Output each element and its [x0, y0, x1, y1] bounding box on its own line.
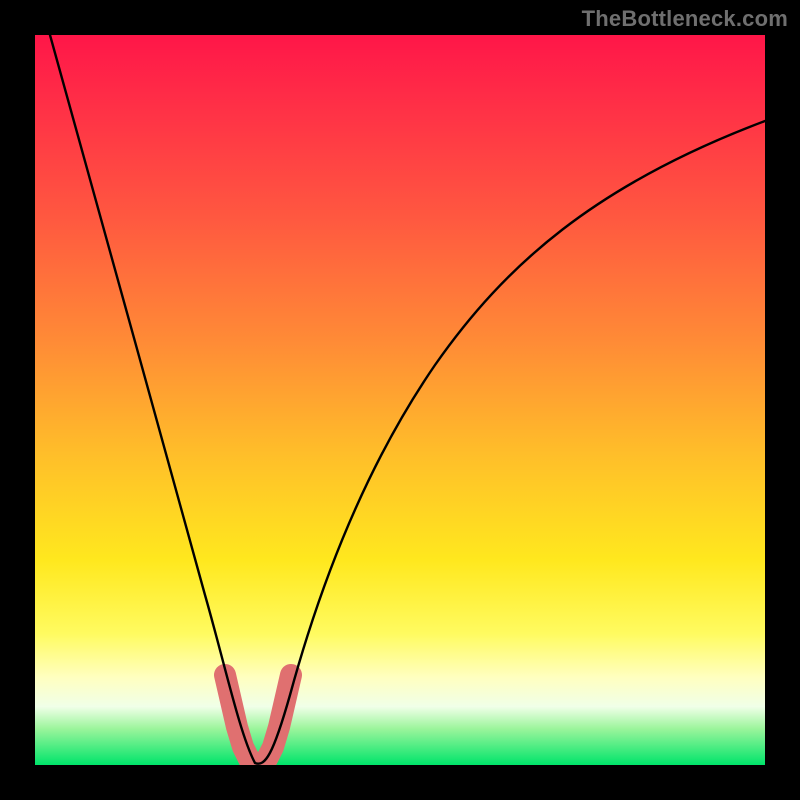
chart-frame: TheBottleneck.com	[0, 0, 800, 800]
curve-layer	[35, 35, 765, 765]
trough-marker	[225, 675, 291, 763]
bottleneck-curve	[50, 35, 765, 764]
watermark-text: TheBottleneck.com	[582, 6, 788, 32]
plot-area	[35, 35, 765, 765]
